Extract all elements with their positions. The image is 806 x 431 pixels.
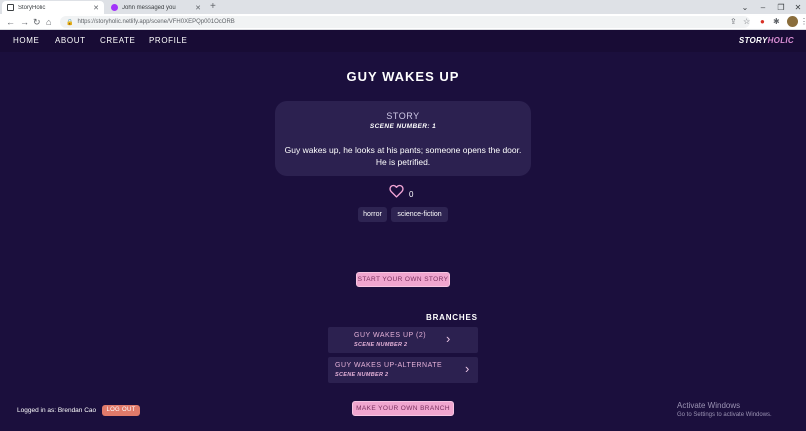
close-tab-icon[interactable]: ✕ [195,4,201,12]
branch-title: GUY WAKES UP-ALTERNATE [335,362,443,369]
like-section: 0 [389,184,413,203]
reload-icon[interactable]: ↻ [33,15,41,29]
close-tab-icon[interactable]: ✕ [93,4,99,12]
browser-tab-bar: StoryHolic ✕ John messaged you ✕ + ⌄ – ❐… [0,0,806,14]
story-card: STORY SCENE NUMBER: 1 Guy wakes up, he l… [275,101,531,176]
new-tab-button[interactable]: + [210,1,216,13]
nav-profile[interactable]: PROFILE [149,36,187,45]
branch-item[interactable]: GUY WAKES UP (2) SCENE NUMBER 2 › [328,327,478,353]
branch-scene-number: SCENE NUMBER 2 [354,342,408,348]
chevron-right-icon: › [446,331,451,346]
chevron-right-icon: › [465,361,470,376]
url-text: https://storyholic.netlify.app/scene/VFH… [77,19,235,25]
tab-title: John messaged you [122,4,176,11]
storyholic-favicon-icon [7,4,14,11]
activate-windows-subtitle: Go to Settings to activate Windows. [677,412,772,418]
branches-heading: BRANCHES [426,313,478,322]
bookmark-star-icon[interactable]: ☆ [743,16,750,28]
back-icon[interactable]: ← [6,15,15,29]
tab-search-icon[interactable]: ⌄ [736,0,754,14]
scene-number: SCENE NUMBER: 1 [369,123,437,130]
browser-tab-storyholic[interactable]: StoryHolic ✕ [2,1,104,14]
logout-button[interactable]: LOG OUT [102,405,140,416]
branch-scene-number: SCENE NUMBER 2 [335,372,389,378]
home-icon[interactable]: ⌂ [46,15,51,29]
nav-create[interactable]: CREATE [100,36,135,45]
tag-science-fiction[interactable]: science-fiction [391,207,448,222]
like-count: 0 [409,190,414,199]
logged-in-text: Logged in as: Brendan Cao [17,407,97,414]
nav-about[interactable]: ABOUT [55,36,86,45]
restore-icon[interactable]: ❐ [772,0,790,14]
branch-title: GUY WAKES UP (2) [354,332,427,339]
kebab-menu-icon[interactable]: ⋮ [800,16,806,28]
nav-home[interactable]: HOME [13,36,39,45]
browser-toolbar: ← → ↻ ⌂ 🔒 https://storyholic.netlify.app… [0,14,806,30]
make-own-branch-button[interactable]: MAKE YOUR OWN BRANCH [352,401,454,416]
activate-windows-title: Activate Windows [677,401,741,410]
lock-icon: 🔒 [66,19,74,26]
address-bar[interactable]: 🔒 https://storyholic.netlify.app/scene/V… [60,16,750,28]
page-title: GUY WAKES UP [346,69,460,84]
forward-icon[interactable]: → [20,15,29,29]
story-text: Guy wakes up, he looks at his pants; som… [284,145,522,167]
profile-avatar[interactable] [787,16,798,27]
extension-icon[interactable]: ● [760,16,765,28]
branch-item[interactable]: GUY WAKES UP-ALTERNATE SCENE NUMBER 2 › [328,357,478,383]
browser-tab-messenger[interactable]: John messaged you ✕ [106,1,206,14]
start-own-story-button[interactable]: START YOUR OWN STORY [356,272,450,287]
heart-icon[interactable] [389,184,404,203]
card-heading: STORY [386,111,420,121]
brand-logo[interactable]: STORYHOLIC [739,36,794,45]
minimize-icon[interactable]: – [754,0,772,14]
messenger-favicon-icon [111,4,118,11]
tag-horror[interactable]: horror [358,207,387,222]
tab-title: StoryHolic [18,4,46,11]
share-icon[interactable]: ⇪ [730,16,737,28]
puzzle-extensions-icon[interactable]: ✱ [773,16,780,28]
site-navbar: HOME ABOUT CREATE PROFILE STORYHOLIC [0,30,806,52]
close-window-icon[interactable]: ✕ [789,0,806,14]
